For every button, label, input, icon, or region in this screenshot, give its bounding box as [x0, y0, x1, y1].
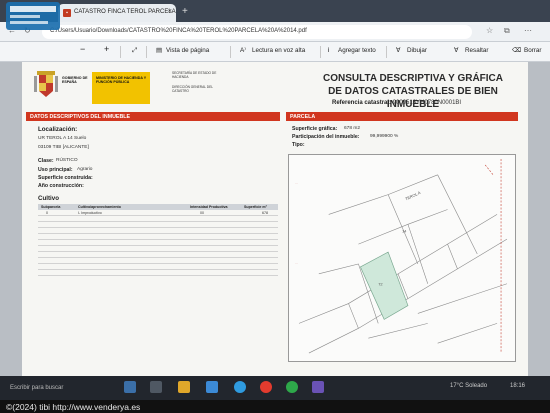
cultivo-label: Cultivo — [38, 195, 59, 202]
selected-parcel — [359, 251, 409, 320]
column-header: Intensidad Productiva — [190, 205, 228, 209]
column-header: Subparcela — [41, 205, 61, 209]
clock-time[interactable]: 18:16 — [510, 383, 525, 389]
participacion-label: Participación del inmueble: — [292, 134, 360, 140]
superficie-construida-label: Superficie construida: — [38, 175, 93, 181]
new-tab-button[interactable]: + — [182, 6, 188, 17]
file-explorer-icon[interactable] — [178, 381, 190, 393]
title-line-2: DE DATOS CATASTRALES DE BIEN INMUEBLE — [328, 86, 498, 110]
zoom-in-button[interactable]: + — [104, 44, 109, 54]
pdf-viewer[interactable]: GOBIERNO DE ESPAÑA MINISTERIO DE HACIEND… — [0, 62, 550, 376]
superficie-grafica-value: 678 m2 — [344, 126, 360, 131]
browser-tab[interactable]: ▪ CATASTRO FINCA TEROL PARCELA × — [58, 4, 176, 22]
watermark-bar: ©(2024) tibi http://www.venderya.es — [0, 400, 550, 413]
address-line-1: UR TEROL A 14 Suelo — [38, 136, 87, 141]
clase-label: Clase: — [38, 158, 54, 164]
superficie-grafica-label: Superficie gráfica: — [292, 126, 338, 132]
cadastral-map[interactable]: TEROL A 14 72 ··· ··· — [288, 154, 516, 362]
edge-icon[interactable] — [234, 381, 246, 393]
erase-button[interactable]: Borrar — [524, 47, 542, 54]
table-cell: 678 — [262, 211, 268, 215]
whatsapp-icon[interactable] — [286, 381, 298, 393]
url-field[interactable]: C:/Users/Usuario/Downloads/CATASTRO%20FI… — [42, 25, 472, 39]
fit-page-icon[interactable]: ⤢ — [132, 47, 137, 55]
browser-tab-bar: ▪ CATASTRO FINCA TEROL PARCELA × + — [0, 0, 550, 22]
ministry-name: MINISTERIO DE HACIENDA Y FUNCIÓN PÚBLICA — [96, 76, 147, 85]
screen: ▪ CATASTRO FINCA TEROL PARCELA × + ← ↻ C… — [0, 0, 550, 413]
participacion-value: 99,999900 % — [370, 134, 399, 139]
draw-icon: ∀ — [396, 47, 401, 54]
highlight-icon: ∀ — [454, 47, 459, 54]
read-aloud-icon: A⁾ — [240, 47, 246, 54]
map-label-number: 14 — [402, 228, 407, 233]
table-cell: 0 — [46, 211, 48, 215]
anio-construccion-label: Año construcción: — [38, 183, 84, 189]
star-icon[interactable]: ☆ — [486, 26, 493, 35]
localizacion-label: Localización: — [38, 126, 78, 133]
taskbar-search[interactable]: Escribir para buscar — [0, 380, 88, 396]
add-text-icon: Ꭵ — [328, 47, 330, 54]
page-view-button[interactable]: Vista de página — [166, 47, 209, 54]
section-header-datos: DATOS DESCRIPTIVOS DEL INMUEBLE — [26, 112, 280, 121]
weather-status[interactable]: 17°C Soleado — [450, 383, 487, 389]
tipo-label: Tipo: — [292, 142, 305, 148]
chrome-icon[interactable] — [260, 381, 272, 393]
store-icon[interactable] — [206, 381, 218, 393]
column-header: Superficie m² — [244, 205, 267, 209]
column-header: Cultivo/aprovechamiento — [78, 205, 121, 209]
close-tab-icon[interactable]: × — [168, 8, 172, 15]
more-icon[interactable]: ⋯ — [524, 26, 532, 35]
gov-name: GOBIERNO DE ESPAÑA — [62, 76, 88, 85]
table-cell: 00 — [200, 211, 204, 215]
teams-icon[interactable] — [312, 381, 324, 393]
clase-value: RÚSTICO — [56, 158, 78, 163]
toolbar-divider — [386, 46, 387, 58]
pdf-icon: ▪ — [63, 9, 71, 17]
section-header-parcela: PARCELA — [286, 112, 518, 121]
highlight-button[interactable]: Resaltar — [465, 47, 488, 54]
direccion-name: DIRECCIÓN GENERAL DEL CATASTRO — [172, 85, 213, 93]
zoom-out-button[interactable]: − — [80, 44, 85, 54]
watermark-text: ©(2024) tibi http://www.venderya.es — [6, 402, 141, 412]
uso-label: Uso principal: — [38, 167, 73, 173]
table-cell: I- Improductivo — [78, 211, 102, 215]
toolbar-divider — [146, 46, 147, 58]
taskbar: Escribir para buscar 17°C Soleado 18:16 — [0, 376, 550, 400]
page-view-icon: ▤ — [156, 47, 162, 54]
cadastral-reference: Referencia catastral: 9009513YH0780N0001… — [332, 100, 461, 106]
map-coordinate: ··· — [295, 183, 298, 186]
erase-icon: ⌫ — [512, 47, 521, 54]
secretaria-name: SECRETARÍA DE ESTADO DE HACIENDA — [172, 71, 217, 79]
address-line-2: 03109 TIBI [ALICANTE] — [38, 145, 89, 150]
map-label-street: TEROL A — [404, 190, 421, 202]
venderya-logo — [6, 2, 60, 30]
read-aloud-button[interactable]: Lectura en voz alta — [252, 47, 305, 54]
uso-value: Agrario — [77, 167, 93, 172]
ref-label: Referencia catastral: — [332, 100, 392, 106]
chat-icon[interactable] — [150, 381, 162, 393]
ref-value: 9009513YH0780N0001BI — [392, 100, 462, 106]
toolbar-divider — [320, 46, 321, 58]
address-bar: ← ↻ C:/Users/Usuario/Downloads/CATASTRO%… — [0, 22, 550, 42]
collections-icon[interactable]: ⧉ — [504, 26, 510, 36]
coat-of-arms-icon — [34, 71, 58, 97]
map-boundary-line — [308, 238, 508, 354]
toolbar-divider — [120, 46, 121, 58]
add-text-button[interactable]: Agregar texto — [338, 47, 376, 54]
tab-title: CATASTRO FINCA TEROL PARCELA — [74, 9, 176, 15]
cultivo-table: Subparcela Cultivo/aprovechamiento Inten… — [38, 204, 278, 276]
toolbar-divider — [230, 46, 231, 58]
map-coordinate: ··· — [295, 262, 298, 265]
table-row-empty — [38, 270, 278, 276]
pdf-toolbar: − + ⤢ ▤ Vista de página A⁾ Lectura en vo… — [0, 42, 550, 62]
map-label-parcel: 72 — [378, 282, 382, 287]
draw-button[interactable]: Dibujar — [407, 47, 427, 54]
task-view-icon[interactable] — [124, 381, 136, 393]
pdf-page: GOBIERNO DE ESPAÑA MINISTERIO DE HACIEND… — [22, 62, 528, 376]
title-line-1: CONSULTA DESCRIPTIVA Y GRÁFICA — [322, 73, 503, 84]
